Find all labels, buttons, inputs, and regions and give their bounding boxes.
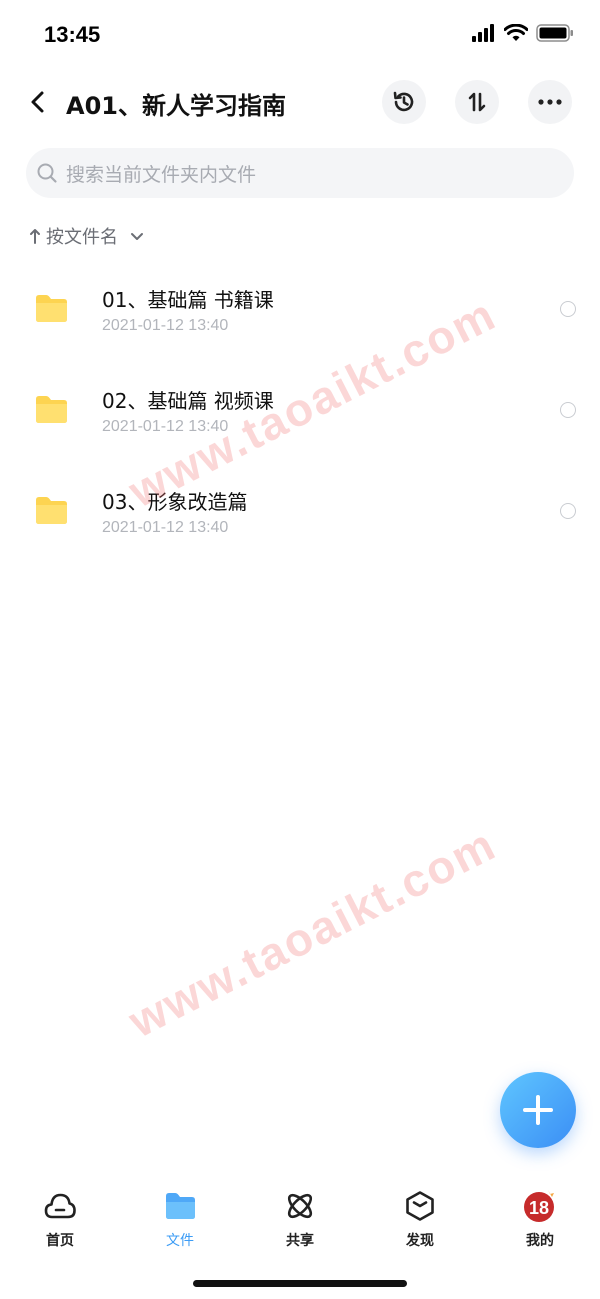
tab-home[interactable]: 首页 [0, 1180, 120, 1250]
avatar-badge: 18 [529, 1198, 549, 1218]
tab-files[interactable]: 文件 [120, 1180, 240, 1250]
tab-label: 首页 [46, 1233, 74, 1249]
tab-share[interactable]: 共享 [240, 1180, 360, 1250]
nav-bar: A01、新人学习指南 [0, 72, 600, 132]
add-button[interactable] [500, 1072, 576, 1148]
file-list: 01、基础篇 书籍课 2021-01-12 13:40 02、基础篇 视频课 2… [0, 260, 600, 563]
tab-label: 共享 [286, 1233, 314, 1249]
status-bar: 13:45 [0, 0, 600, 70]
tab-discover[interactable]: 发现 [360, 1180, 480, 1250]
folder-icon [36, 396, 67, 423]
folder-icon [36, 295, 67, 322]
history-button[interactable] [382, 80, 426, 124]
sort-toggle-button[interactable] [455, 80, 499, 124]
search-placeholder: 搜索当前文件夹内文件 [66, 163, 257, 186]
tab-me[interactable]: 18 我的 [480, 1180, 600, 1250]
folder-item[interactable]: 01、基础篇 书籍课 2021-01-12 13:40 [0, 260, 600, 361]
tab-label: 发现 [406, 1233, 434, 1249]
folder-item[interactable]: 03、形象改造篇 2021-01-12 13:40 [0, 462, 600, 563]
search-icon [32, 158, 62, 188]
battery-icon [536, 24, 573, 42]
back-button[interactable] [22, 84, 54, 120]
folder-icon [162, 1188, 198, 1224]
atom-icon [282, 1188, 318, 1224]
folder-date: 2021-01-12 13:40 [102, 418, 229, 435]
tab-label: 我的 [526, 1233, 554, 1249]
avatar-icon: 18 [522, 1188, 558, 1224]
select-radio[interactable] [560, 402, 576, 418]
watermark: www.taoaikt.com [120, 817, 505, 1048]
folder-name: 02、基础篇 视频课 [102, 389, 274, 413]
status-time: 13:45 [44, 22, 101, 47]
page-title: A01、新人学习指南 [66, 92, 286, 120]
status-icons [472, 24, 574, 42]
more-button[interactable] [528, 80, 572, 124]
sort-selector[interactable]: 按文件名 [28, 222, 146, 250]
more-dots-icon [538, 99, 562, 105]
select-radio[interactable] [560, 301, 576, 317]
cloud-icon [42, 1188, 78, 1224]
search-input[interactable]: 搜索当前文件夹内文件 [26, 148, 574, 198]
home-indicator [193, 1280, 407, 1287]
sort-arrows-icon [468, 92, 486, 112]
select-radio[interactable] [560, 503, 576, 519]
chevron-left-icon [31, 91, 44, 113]
sort-label: 按文件名 [46, 227, 118, 248]
tab-bar: 首页 文件 共享 发现 18 我的 [0, 1180, 600, 1250]
folder-item[interactable]: 02、基础篇 视频课 2021-01-12 13:40 [0, 361, 600, 462]
folder-icon [36, 497, 67, 524]
wifi-icon [504, 24, 528, 41]
arrow-up-icon [30, 229, 40, 244]
folder-date: 2021-01-12 13:40 [102, 519, 229, 536]
chevron-down-icon [131, 233, 143, 240]
history-icon [393, 91, 414, 112]
tab-label: 文件 [166, 1233, 194, 1249]
folder-name: 03、形象改造篇 [102, 490, 248, 514]
cellular-signal-icon [472, 24, 494, 42]
folder-date: 2021-01-12 13:40 [102, 317, 229, 334]
cube-icon [402, 1188, 438, 1224]
folder-name: 01、基础篇 书籍课 [102, 288, 274, 312]
plus-icon [523, 1095, 553, 1125]
